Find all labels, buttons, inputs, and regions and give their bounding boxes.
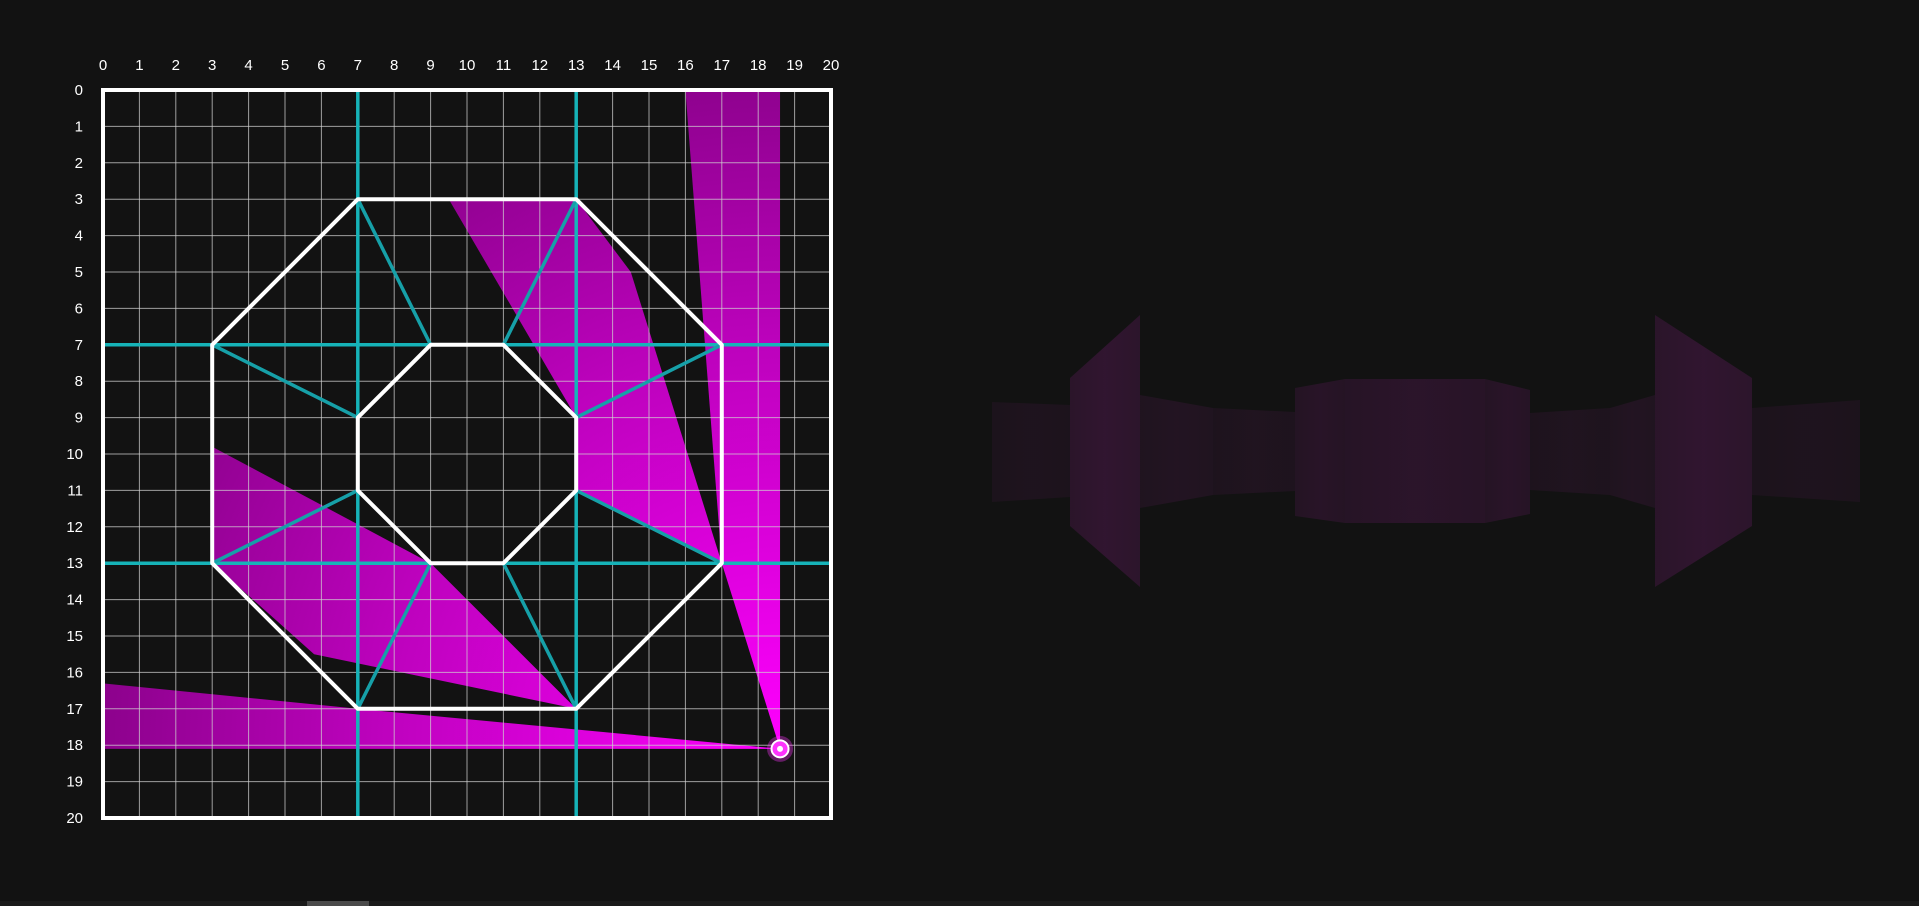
horizontal-scrollbar[interactable] — [0, 901, 1919, 906]
view-wall-segment — [1295, 379, 1345, 523]
view-wall-segment — [1140, 395, 1213, 508]
scrollbar-thumb[interactable] — [307, 901, 369, 906]
view-wall-segment — [1213, 408, 1295, 495]
view-wall-segment — [1610, 395, 1655, 508]
view-wall-segment — [1070, 315, 1140, 587]
view-wall-segment — [1345, 379, 1485, 523]
first-person-view — [992, 315, 1860, 587]
view-wall-segment — [1752, 400, 1860, 502]
view-wall-segment — [1655, 315, 1752, 587]
view-wall-segment — [1530, 408, 1610, 495]
view-wall-segment — [1485, 379, 1530, 523]
view-wall-segment — [992, 402, 1070, 502]
